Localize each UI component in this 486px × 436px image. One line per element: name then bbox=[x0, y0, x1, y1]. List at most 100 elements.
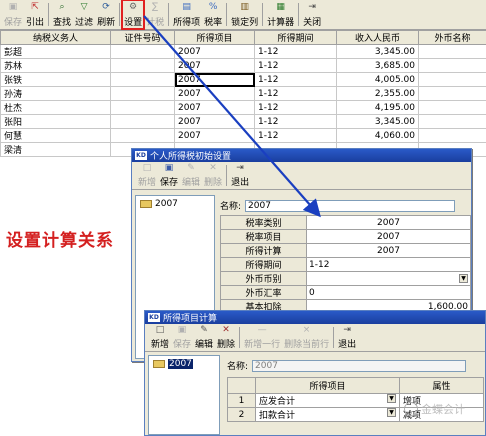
chevron-down-icon[interactable]: ▼ bbox=[459, 274, 468, 283]
calc-toolbar-button-4[interactable]: — 新增一行 bbox=[242, 324, 282, 351]
property-value[interactable]: 2007 bbox=[306, 229, 471, 244]
id-number-cell[interactable] bbox=[110, 128, 175, 143]
currency-name-cell[interactable] bbox=[418, 86, 486, 101]
income-rmb-cell[interactable]: 2,355.00 bbox=[336, 86, 419, 101]
column-header-income-item[interactable]: 所得项目 bbox=[174, 30, 255, 45]
toolbar-button-0[interactable]: ▣ 保存 bbox=[2, 0, 24, 29]
setup-toolbar-button-3[interactable]: ✕ 删除 bbox=[202, 162, 224, 189]
taxpayer-cell[interactable]: 梁清 bbox=[0, 142, 111, 157]
calc-toolbar-button-2[interactable]: ✎ 编辑 bbox=[193, 324, 215, 351]
taxpayer-cell[interactable]: 孙涛 bbox=[0, 86, 111, 101]
calc-toolbar-button-3[interactable]: ✕ 删除 bbox=[215, 324, 237, 351]
setup-toolbar-button-0[interactable]: □ 新增 bbox=[136, 162, 158, 189]
income-period-cell[interactable]: 1-12 bbox=[254, 44, 337, 59]
chevron-down-icon[interactable]: ▼ bbox=[387, 394, 396, 403]
toolbar-button-5[interactable]: ⚙ 设置 bbox=[121, 0, 146, 30]
income-item-cell[interactable]: 2007 bbox=[174, 114, 255, 129]
toolbar-button-10[interactable]: ▦ 计算器 bbox=[265, 0, 296, 29]
toolbar-button-2[interactable]: ⌕ 查找 bbox=[51, 0, 73, 29]
column-header-attribute[interactable]: 属性 bbox=[399, 377, 484, 394]
column-header-id-number[interactable]: 证件号码 bbox=[110, 30, 175, 45]
property-value[interactable]: 2007 bbox=[306, 243, 471, 258]
income-period-cell[interactable]: 1-12 bbox=[254, 100, 337, 115]
calc-toolbar-button-1[interactable]: ▣ 保存 bbox=[171, 324, 193, 351]
table-row[interactable]: 彭超 2007 1-12 3,345.00 bbox=[0, 44, 486, 59]
property-value[interactable]: ▼ bbox=[306, 271, 471, 286]
id-number-cell[interactable] bbox=[110, 58, 175, 73]
toolbar-button-7[interactable]: ▤ 所得项 bbox=[171, 0, 202, 29]
column-header-income-period[interactable]: 所得期间 bbox=[254, 30, 337, 45]
column-header-taxpayer[interactable]: 纳税义务人 bbox=[0, 30, 111, 45]
close-icon: ⇥ bbox=[308, 2, 316, 12]
toolbar-button-9[interactable]: ▥ 锁定列 bbox=[229, 0, 260, 29]
id-number-cell[interactable] bbox=[110, 44, 175, 59]
toolbar-button-4[interactable]: ⟳ 刷新 bbox=[95, 0, 117, 29]
currency-name-cell[interactable] bbox=[418, 128, 486, 143]
taxpayer-cell[interactable]: 苏林 bbox=[0, 58, 111, 73]
calc-toolbar-button-5[interactable]: × 删除当前行 bbox=[282, 324, 331, 351]
income-rmb-cell[interactable]: 4,195.00 bbox=[336, 100, 419, 115]
calc-toolbar-button-0[interactable]: □ 新增 bbox=[149, 324, 171, 351]
toolbar-button-6[interactable]: ∑ 计税 bbox=[144, 0, 166, 29]
currency-name-cell[interactable] bbox=[418, 72, 486, 87]
id-number-cell[interactable] bbox=[110, 114, 175, 129]
taxpayer-cell[interactable]: 张阳 bbox=[0, 114, 111, 129]
name-input[interactable]: 2007 bbox=[252, 359, 467, 372]
column-header-income-rmb[interactable]: 收入人民币 bbox=[336, 30, 419, 45]
income-rmb-cell[interactable]: 3,345.00 bbox=[336, 114, 419, 129]
id-number-cell[interactable] bbox=[110, 72, 175, 87]
income-period-cell[interactable]: 1-12 bbox=[254, 72, 337, 87]
property-value[interactable]: 1-12 bbox=[306, 257, 471, 272]
income-item-cell[interactable]: 2007 bbox=[174, 86, 255, 101]
income-rmb-cell[interactable]: 3,345.00 bbox=[336, 44, 419, 59]
taxpayer-cell[interactable]: 何慧 bbox=[0, 128, 111, 143]
income-item-cell[interactable]: 2007 bbox=[174, 128, 255, 143]
setup-toolbar-button-1[interactable]: ▣ 保存 bbox=[158, 162, 180, 189]
taxpayer-cell[interactable]: 杜杰 bbox=[0, 100, 111, 115]
income-item-cell[interactable]: 扣款合计 ▼ bbox=[255, 407, 400, 422]
income-period-cell[interactable]: 1-12 bbox=[254, 114, 337, 129]
taxpayer-cell[interactable]: 张铁 bbox=[0, 72, 111, 87]
chevron-down-icon[interactable]: ▼ bbox=[387, 408, 396, 417]
table-row[interactable]: 苏林 2007 1-12 3,685.00 bbox=[0, 58, 486, 73]
income-rmb-cell[interactable]: 3,685.00 bbox=[336, 58, 419, 73]
toolbar-button-8[interactable]: % 税率 bbox=[202, 0, 224, 29]
dialog-titlebar[interactable]: KD 个人所得税初始设置 bbox=[132, 149, 471, 162]
tree-node-2007[interactable]: 2007 bbox=[153, 359, 193, 369]
taxpayer-cell[interactable]: 彭超 bbox=[0, 44, 111, 59]
income-item-cell[interactable]: 2007 bbox=[174, 58, 255, 73]
income-period-cell[interactable]: 1-12 bbox=[254, 128, 337, 143]
property-value[interactable]: 0 bbox=[306, 285, 471, 300]
income-item-cell[interactable]: 2007 bbox=[174, 72, 255, 87]
column-header-currency-name[interactable]: 外币名称 bbox=[418, 30, 486, 45]
id-number-cell[interactable] bbox=[110, 86, 175, 101]
income-rmb-cell[interactable]: 4,005.00 bbox=[336, 72, 419, 87]
setup-toolbar-button-4[interactable]: ⇥ 退出 bbox=[229, 162, 251, 189]
name-input[interactable]: 2007 bbox=[245, 199, 456, 212]
table-row[interactable]: 孙涛 2007 1-12 2,355.00 bbox=[0, 86, 486, 101]
income-item-cell[interactable]: 2007 bbox=[174, 44, 255, 59]
income-rmb-cell[interactable]: 4,060.00 bbox=[336, 128, 419, 143]
table-row[interactable]: 张铁 2007 1-12 4,005.00 bbox=[0, 72, 486, 87]
table-row[interactable]: 何慧 2007 1-12 4,060.00 bbox=[0, 128, 486, 143]
income-item-cell[interactable]: 应发合计 ▼ bbox=[255, 393, 400, 408]
table-row[interactable]: 杜杰 2007 1-12 4,195.00 bbox=[0, 100, 486, 115]
toolbar-button-3[interactable]: ▽ 过滤 bbox=[73, 0, 95, 29]
property-value[interactable]: 2007 bbox=[306, 215, 471, 230]
income-period-cell[interactable]: 1-12 bbox=[254, 86, 337, 101]
income-item-cell[interactable]: 2007 bbox=[174, 100, 255, 115]
calc-toolbar-button-6[interactable]: ⇥ 退出 bbox=[336, 324, 358, 351]
table-row[interactable]: 张阳 2007 1-12 3,345.00 bbox=[0, 114, 486, 129]
currency-name-cell[interactable] bbox=[418, 58, 486, 73]
toolbar-button-11[interactable]: ⇥ 关闭 bbox=[301, 0, 323, 29]
currency-name-cell[interactable] bbox=[418, 114, 486, 129]
setup-toolbar-button-2[interactable]: ✎ 编辑 bbox=[180, 162, 202, 189]
currency-name-cell[interactable] bbox=[418, 100, 486, 115]
currency-name-cell[interactable] bbox=[418, 44, 486, 59]
tree-node-2007[interactable]: 2007 bbox=[140, 199, 178, 209]
dialog-titlebar[interactable]: KD 所得项目计算 bbox=[145, 311, 485, 324]
income-period-cell[interactable]: 1-12 bbox=[254, 58, 337, 73]
id-number-cell[interactable] bbox=[110, 100, 175, 115]
column-header-income-item[interactable]: 所得项目 bbox=[255, 377, 400, 394]
toolbar-button-1[interactable]: ⇱ 引出 bbox=[24, 0, 46, 29]
